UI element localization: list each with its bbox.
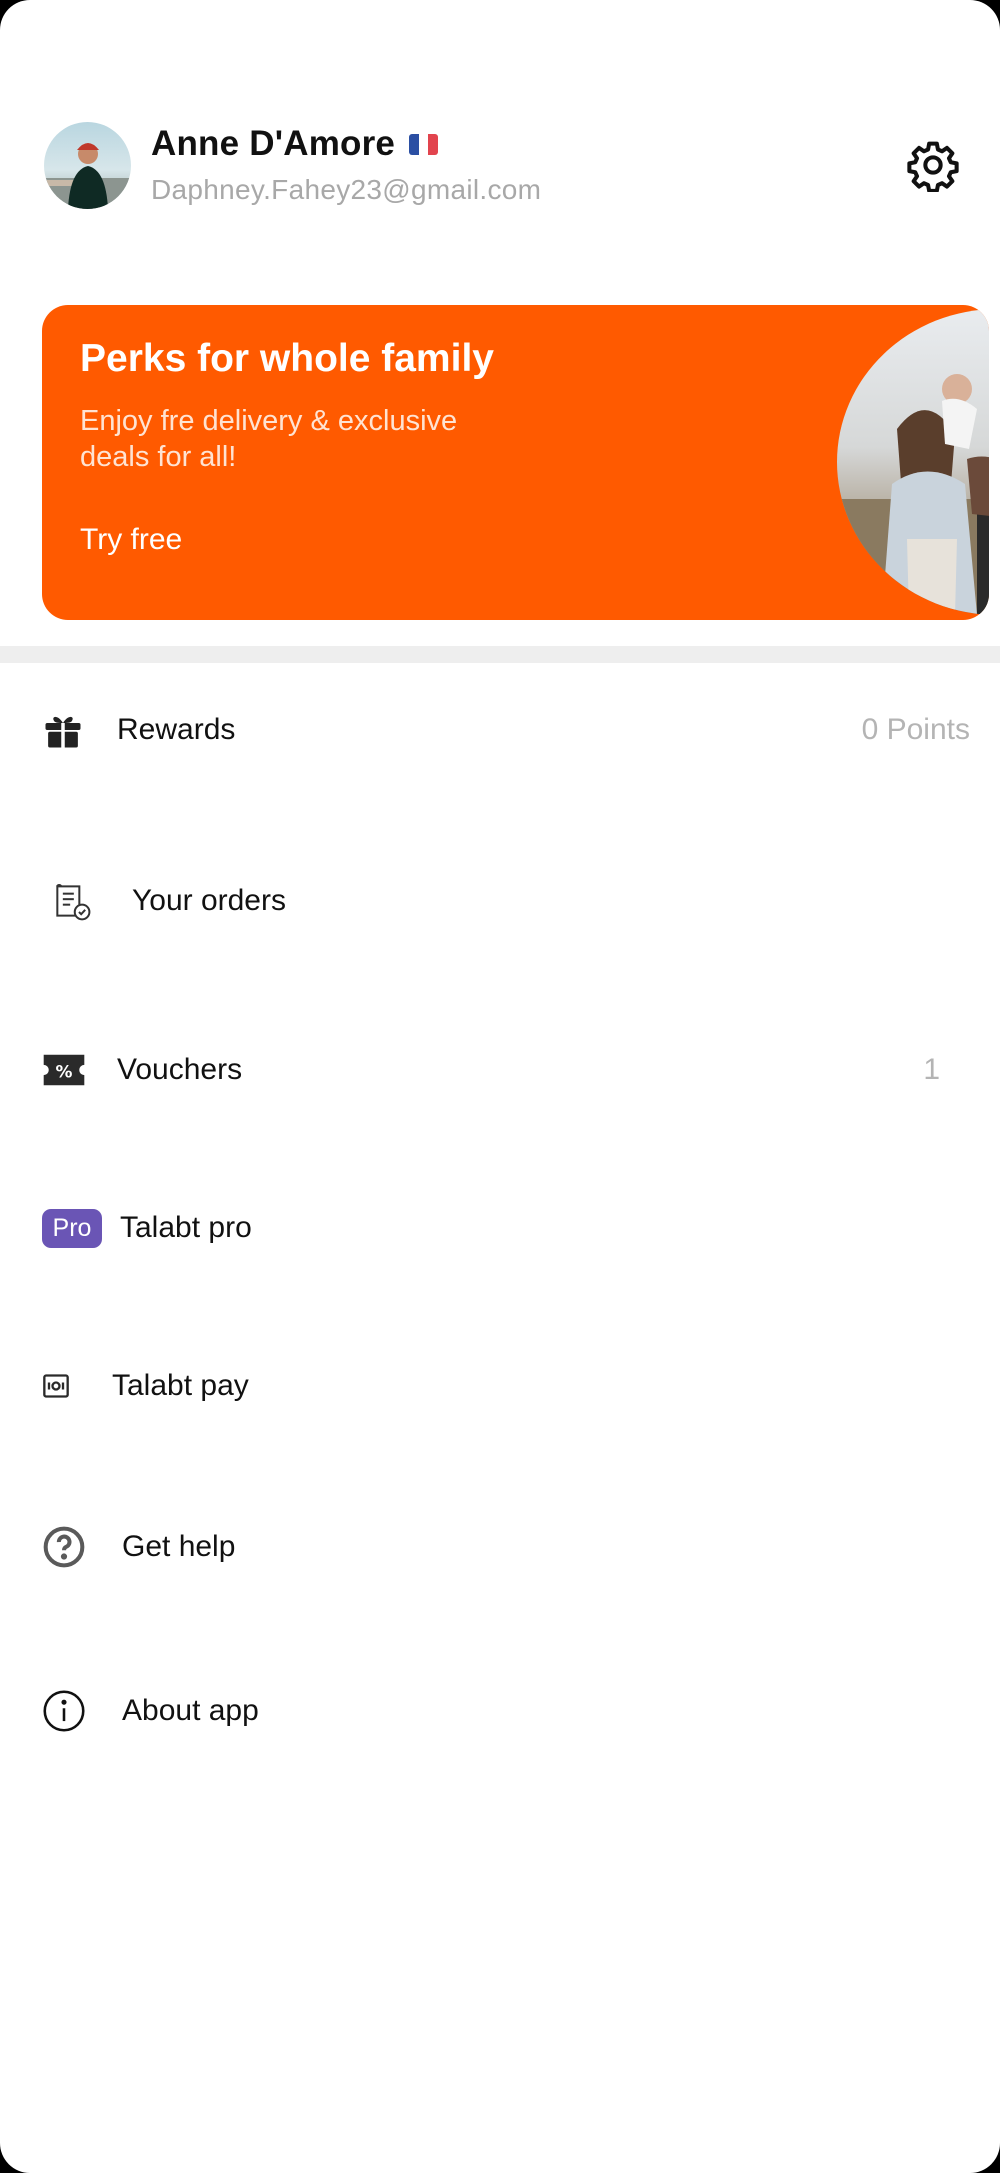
menu-label-vouchers: Vouchers	[117, 1053, 243, 1086]
menu-item-orders[interactable]: Your orders	[0, 861, 1000, 941]
settings-button[interactable]	[906, 138, 960, 193]
section-divider	[0, 646, 1000, 663]
profile-header: Anne D'Amore Daphney.Fahey23@gmail.com	[44, 120, 960, 210]
menu-label-orders: Your orders	[132, 884, 286, 917]
user-email: Daphney.Fahey23@gmail.com	[151, 174, 542, 205]
menu-item-help[interactable]: Get help	[0, 1507, 1000, 1587]
vouchers-count: 1	[923, 1053, 940, 1086]
family-photo	[837, 309, 989, 615]
pro-badge: Pro	[42, 1208, 102, 1248]
avatar[interactable]	[44, 122, 131, 209]
menu-label-help: Get help	[122, 1530, 236, 1563]
menu-item-pay[interactable]: Talabt pay	[0, 1346, 1000, 1426]
rewards-points: 0 Points	[861, 713, 970, 746]
menu-item-pro[interactable]: Pro Talabt pro	[0, 1188, 1000, 1268]
info-circle-icon	[42, 1671, 86, 1751]
gear-icon	[907, 141, 959, 193]
banner-subtitle: Enjoy fre delivery & exclusive deals for…	[80, 405, 458, 473]
help-circle-icon	[42, 1507, 86, 1587]
menu-label-rewards: Rewards	[117, 713, 236, 746]
svg-text:%: %	[56, 1062, 73, 1082]
receipt-check-icon	[50, 861, 94, 941]
gift-icon	[42, 690, 86, 770]
menu-label-about: About app	[122, 1694, 259, 1727]
try-free-button[interactable]: Try free	[80, 523, 182, 557]
family-perks-banner[interactable]: Perks for whole family Enjoy fre deliver…	[42, 305, 989, 620]
voucher-percent-icon: %	[42, 1030, 86, 1110]
wallet-icon	[42, 1346, 86, 1426]
menu-label-pro: Talabt pro	[120, 1211, 252, 1244]
profile-screen: Anne D'Amore Daphney.Fahey23@gmail.com P…	[0, 0, 1000, 2173]
menu-label-pay: Talabt pay	[112, 1369, 249, 1402]
france-flag-icon	[409, 133, 439, 155]
menu-item-vouchers[interactable]: % Vouchers 1	[0, 1030, 1000, 1110]
menu-item-rewards[interactable]: Rewards 0 Points	[0, 690, 1000, 770]
menu-item-about[interactable]: About app	[0, 1671, 1000, 1751]
pro-badge-icon: Pro	[42, 1188, 104, 1268]
avatar-photo	[44, 143, 131, 209]
user-name: Anne D'Amore	[151, 124, 396, 163]
banner-title: Perks for whole family	[80, 337, 494, 380]
